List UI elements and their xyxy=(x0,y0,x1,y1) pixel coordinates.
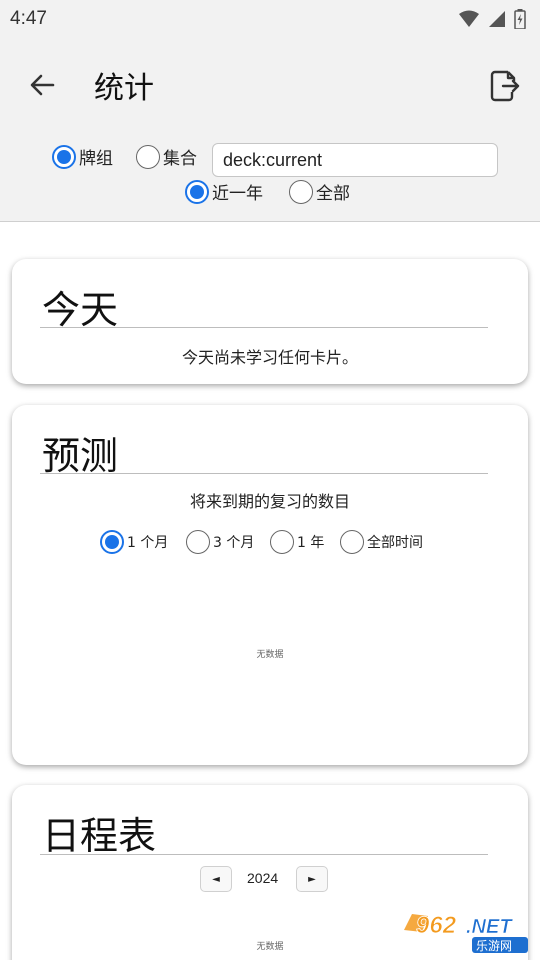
radio-label: 近一年 xyxy=(212,184,263,204)
radio-period-1-month[interactable]: 1 个月 xyxy=(100,530,168,554)
signal-icon xyxy=(489,11,505,27)
forecast-subtitle: 将来到期的复习的数目 xyxy=(189,492,350,511)
page-title: 统计 xyxy=(94,71,154,106)
app-bar: 统计 xyxy=(0,38,540,132)
svg-text:乐游网: 乐游网 xyxy=(476,939,512,953)
radio-label: 集合 xyxy=(163,149,197,169)
export-icon[interactable] xyxy=(488,69,522,103)
forecast-card: 预测 将来到期的复习的数目 1 个月 3 个月 1 年 全部时间 无数据 xyxy=(12,405,528,765)
site-watermark-logo: 962 .NET 乐游网 xyxy=(400,906,532,954)
radio-scope-collection[interactable]: 集合 xyxy=(136,144,197,169)
radio-period-all-time[interactable]: 全部时间 xyxy=(340,530,423,554)
search-input[interactable]: deck:current xyxy=(212,143,498,177)
radio-circle[interactable] xyxy=(100,530,124,554)
stats-webview: 牌组 集合 deck:current 近一年 全部 今天 今天尚未学习任何卡片。… xyxy=(0,132,540,960)
card-title: 日程表 xyxy=(42,814,157,858)
radio-label: 全部 xyxy=(316,184,350,204)
radio-label: 3 个月 xyxy=(213,535,255,551)
radio-circle[interactable] xyxy=(270,530,294,554)
no-data-label: 无数据 xyxy=(256,650,284,660)
divider xyxy=(40,854,488,855)
calendar-year: 2024 xyxy=(247,870,279,886)
radio-circle[interactable] xyxy=(136,144,160,169)
battery-icon xyxy=(514,9,526,29)
radio-label: 牌组 xyxy=(79,149,113,169)
status-icons xyxy=(458,9,526,29)
radio-range-year[interactable]: 近一年 xyxy=(185,179,263,204)
wifi-icon xyxy=(459,10,479,27)
radio-circle[interactable] xyxy=(340,530,364,554)
radio-scope-deck[interactable]: 牌组 xyxy=(52,144,113,169)
back-arrow-icon[interactable] xyxy=(26,69,58,101)
svg-text:962: 962 xyxy=(416,912,457,939)
status-time: 4:47 xyxy=(10,8,47,29)
status-bar: 4:47 xyxy=(0,0,540,38)
radio-circle[interactable] xyxy=(289,179,313,204)
svg-text:.NET: .NET xyxy=(466,916,513,938)
divider xyxy=(40,327,488,328)
card-title: 预测 xyxy=(42,434,119,478)
radio-circle[interactable] xyxy=(185,179,209,204)
radio-period-1-year[interactable]: 1 年 xyxy=(270,530,324,554)
radio-range-all[interactable]: 全部 xyxy=(289,179,350,204)
divider xyxy=(40,473,488,474)
radio-circle[interactable] xyxy=(52,144,76,169)
radio-period-3-months[interactable]: 3 个月 xyxy=(186,530,254,554)
today-message: 今天尚未学习任何卡片。 xyxy=(181,348,358,367)
next-year-button[interactable]: ► xyxy=(296,866,328,892)
radio-label: 1 年 xyxy=(297,535,325,551)
radio-label: 全部时间 xyxy=(367,535,423,551)
radio-label: 1 个月 xyxy=(127,535,169,551)
prev-year-button[interactable]: ◄ xyxy=(200,866,232,892)
radio-circle[interactable] xyxy=(186,530,210,554)
card-title: 今天 xyxy=(42,288,119,332)
today-card: 今天 今天尚未学习任何卡片。 xyxy=(12,259,528,384)
filter-bar: 牌组 集合 deck:current 近一年 全部 xyxy=(0,132,540,222)
